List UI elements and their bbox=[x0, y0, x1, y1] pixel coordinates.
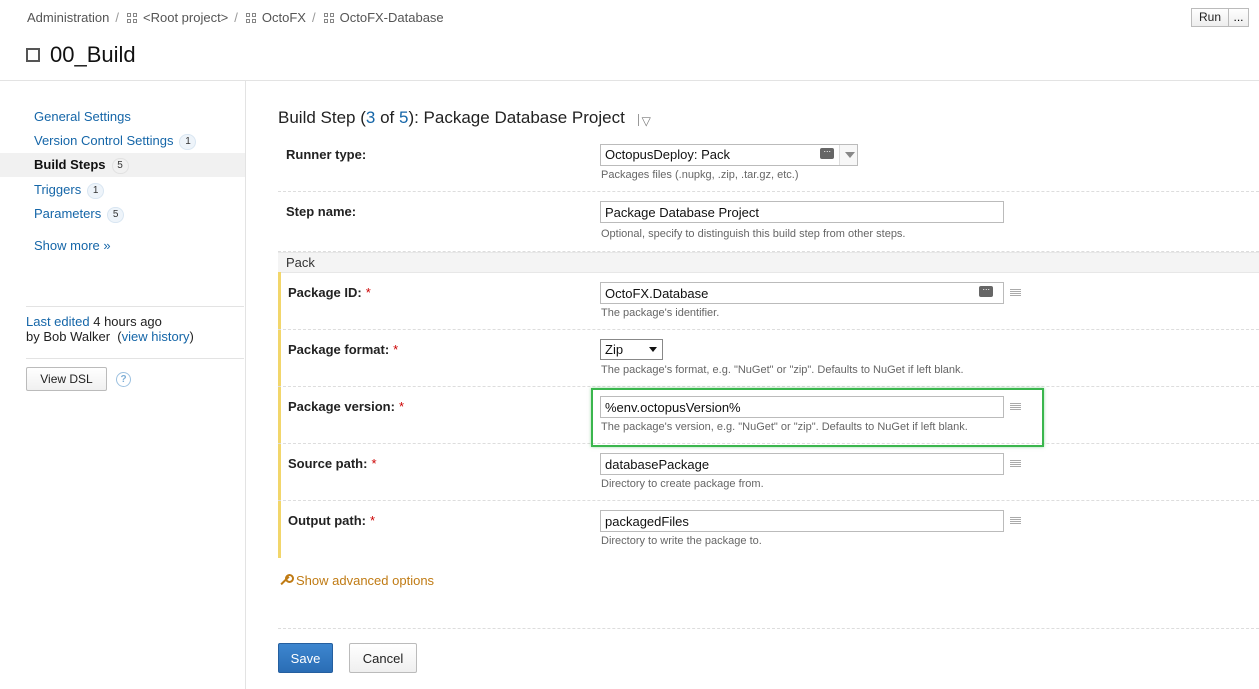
output-path-input[interactable] bbox=[600, 510, 1004, 532]
source-path-label-text: Source path: bbox=[288, 456, 368, 471]
view-history-link[interactable]: view history bbox=[122, 329, 190, 344]
sidebar-item-label: Parameters bbox=[34, 206, 102, 221]
required-mark: * bbox=[365, 285, 371, 300]
count-badge: 1 bbox=[179, 134, 197, 150]
page-title: 00_Build bbox=[50, 42, 136, 67]
list-icon[interactable] bbox=[1010, 289, 1021, 298]
package-version-label: Package version: * bbox=[288, 399, 404, 414]
source-path-hint: Directory to create package from. bbox=[601, 478, 764, 490]
build-configuration-icon bbox=[26, 48, 40, 62]
package-id-label: Package ID: * bbox=[288, 285, 371, 300]
last-edited-info: Last edited 4 hours ago by Bob Walker (v… bbox=[26, 314, 194, 344]
step-name-input[interactable] bbox=[600, 201, 1004, 223]
title-row: 00_Build bbox=[26, 42, 136, 68]
count-badge: 5 bbox=[111, 158, 129, 174]
step-header-suffix: ): Package Database Project bbox=[408, 108, 625, 127]
sidebar-item-label: General Settings bbox=[34, 109, 131, 124]
cancel-button[interactable]: Cancel bbox=[349, 643, 417, 673]
chevron-down-icon bbox=[649, 347, 657, 352]
run-group: Run ... bbox=[1190, 8, 1249, 27]
page-header: Administration / <Root project> / OctoFX / Oct… bbox=[0, 0, 1259, 81]
project-icon bbox=[245, 13, 256, 23]
output-path-label-text: Output path: bbox=[288, 513, 366, 528]
sidebar-divider bbox=[26, 306, 244, 307]
sidebar-item-label: Build Steps bbox=[34, 157, 106, 172]
count-badge: 5 bbox=[107, 207, 125, 223]
form-footer-divider bbox=[278, 628, 1259, 629]
pack-section-title: Pack bbox=[286, 255, 315, 270]
step-menu-toggle[interactable]: ▽ bbox=[637, 114, 651, 128]
package-format-row: Package format: * bbox=[278, 330, 1259, 387]
sidebar-item-general-settings[interactable]: General Settings bbox=[0, 105, 245, 129]
chevron-down-icon: ▽ bbox=[641, 114, 651, 128]
package-version-label-text: Package version: bbox=[288, 399, 395, 414]
breadcrumb-separator: / bbox=[115, 10, 119, 25]
runner-type-value: OctopusDeploy: Pack bbox=[605, 147, 731, 162]
output-path-hint: Directory to write the package to. bbox=[601, 535, 762, 547]
required-mark: * bbox=[393, 342, 399, 357]
more-options-icon[interactable]: ··· bbox=[979, 285, 993, 297]
breadcrumb-octofx-database[interactable]: OctoFX-Database bbox=[340, 10, 444, 25]
breadcrumb-separator: / bbox=[234, 10, 238, 25]
sidebar-item-parameters[interactable]: Parameters 5 bbox=[0, 202, 245, 226]
runner-type-label: Runner type: bbox=[286, 147, 367, 162]
step-header-of: of bbox=[375, 108, 399, 127]
source-path-input[interactable] bbox=[600, 453, 1004, 475]
package-format-label: Package format: * bbox=[288, 342, 398, 357]
package-id-label-text: Package ID: bbox=[288, 285, 362, 300]
package-id-input[interactable] bbox=[600, 282, 1004, 304]
wrench-icon bbox=[279, 574, 294, 586]
highlight-box bbox=[591, 388, 1044, 447]
package-format-select[interactable]: Zip bbox=[600, 339, 663, 360]
count-badge: 1 bbox=[87, 183, 105, 199]
build-step-header: Build Step (3 of 5): Package Database Pr… bbox=[278, 108, 651, 128]
sidebar-item-build-steps[interactable]: Build Steps 5 bbox=[0, 153, 245, 177]
package-format-hint: The package's format, e.g. "NuGet" or "z… bbox=[601, 364, 964, 376]
required-mark: * bbox=[369, 513, 376, 528]
step-header-prefix: Build Step ( bbox=[278, 108, 366, 127]
save-button[interactable]: Save bbox=[278, 643, 333, 673]
step-current[interactable]: 3 bbox=[366, 108, 375, 127]
more-options-icon[interactable]: ··· bbox=[820, 147, 834, 159]
package-format-label-text: Package format: bbox=[288, 342, 390, 357]
runner-type-select[interactable]: OctopusDeploy: Pack ··· bbox=[600, 144, 858, 166]
run-button[interactable]: Run bbox=[1190, 8, 1229, 27]
help-icon[interactable]: ? bbox=[116, 372, 131, 387]
sidebar: General Settings Version Control Setting… bbox=[0, 81, 246, 689]
show-advanced-options-link[interactable]: Show advanced options bbox=[279, 573, 434, 588]
show-advanced-options-label: Show advanced options bbox=[296, 573, 435, 588]
breadcrumb-octofx[interactable]: OctoFX bbox=[262, 10, 306, 25]
show-more-link[interactable]: Show more » bbox=[34, 238, 111, 253]
required-mark: * bbox=[398, 399, 405, 414]
required-mark: * bbox=[371, 456, 377, 471]
last-edited-time: 4 hours ago bbox=[89, 314, 162, 329]
package-format-value: Zip bbox=[605, 342, 624, 357]
runner-type-hint: Packages files (.nupkg, .zip, .tar.gz, e… bbox=[601, 169, 799, 181]
last-edited-by: by Bob Walker bbox=[26, 329, 111, 344]
view-dsl-button[interactable]: View DSL bbox=[26, 367, 107, 391]
chevron-down-icon[interactable] bbox=[839, 145, 857, 165]
package-id-hint: The package's identifier. bbox=[601, 307, 720, 319]
sidebar-item-label: Version Control Settings bbox=[34, 133, 174, 148]
breadcrumb-root-project[interactable]: <Root project> bbox=[143, 10, 228, 25]
project-icon bbox=[127, 13, 137, 23]
last-edited-link[interactable]: Last edited bbox=[26, 314, 90, 329]
project-icon bbox=[323, 13, 334, 23]
run-options-button[interactable]: ... bbox=[1229, 8, 1249, 27]
step-name-hint: Optional, specify to distinguish this bu… bbox=[601, 228, 906, 240]
list-icon[interactable] bbox=[1010, 517, 1021, 526]
sidebar-item-label: Triggers bbox=[34, 182, 82, 197]
breadcrumb-administration[interactable]: Administration bbox=[27, 10, 109, 25]
breadcrumb: Administration / <Root project> / OctoFX / Oct… bbox=[27, 10, 444, 25]
breadcrumb-separator: / bbox=[311, 10, 316, 25]
source-path-label: Source path: * bbox=[288, 456, 377, 471]
sidebar-divider bbox=[26, 358, 244, 359]
list-icon[interactable] bbox=[1010, 460, 1021, 469]
output-path-label: Output path: * bbox=[288, 513, 375, 528]
pack-section-header: Pack bbox=[278, 252, 1259, 273]
step-name-label: Step name: bbox=[286, 204, 357, 219]
sidebar-item-triggers[interactable]: Triggers 1 bbox=[0, 178, 245, 202]
sidebar-item-version-control-settings[interactable]: Version Control Settings 1 bbox=[0, 129, 245, 153]
